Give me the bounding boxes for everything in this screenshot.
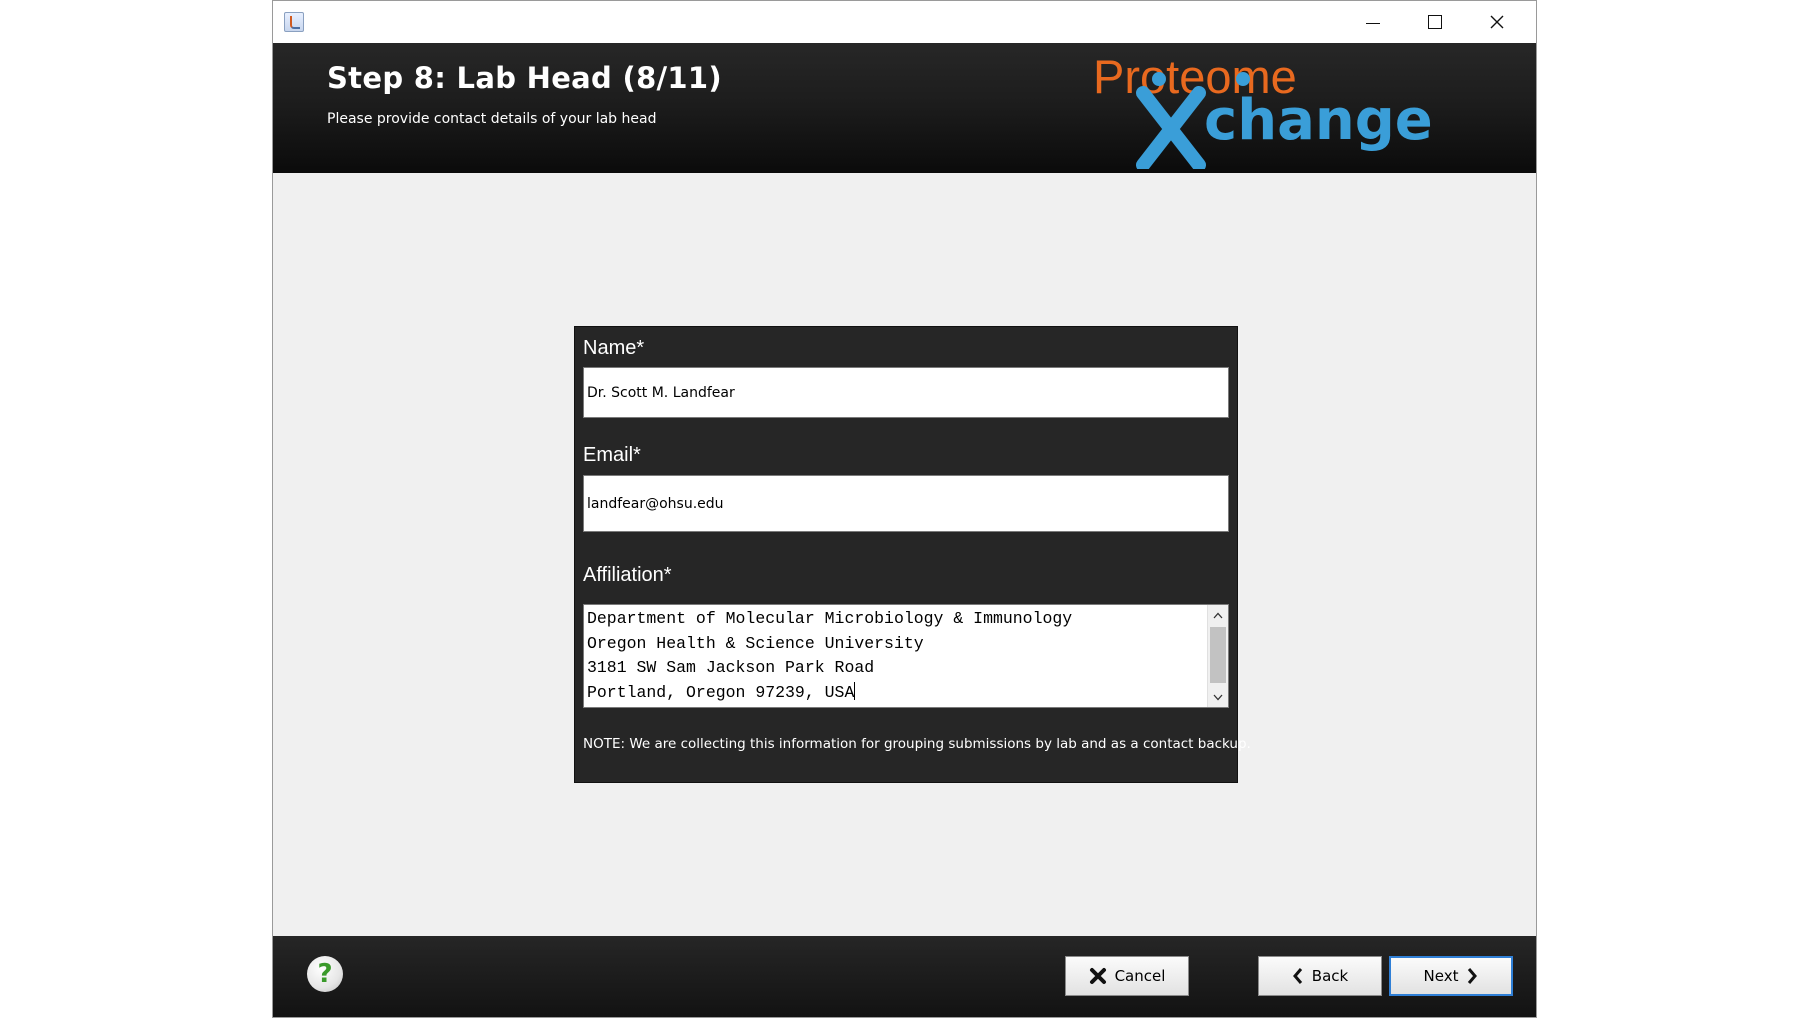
cancel-x-icon: [1089, 967, 1107, 985]
email-label: Email*: [583, 444, 641, 466]
title-bar: [273, 1, 1536, 43]
name-label: Name*: [583, 337, 645, 359]
logo-line2-text: change: [1204, 88, 1433, 153]
help-icon: ?: [317, 959, 333, 989]
scroll-thumb[interactable]: [1210, 627, 1226, 683]
affiliation-line: 3181 SW Sam Jackson Park Road: [587, 658, 875, 677]
java-app-icon: [284, 12, 304, 32]
scroll-up-button[interactable]: [1208, 606, 1228, 624]
name-input[interactable]: [583, 367, 1229, 418]
close-icon: [1490, 15, 1504, 29]
back-button[interactable]: Back: [1258, 956, 1382, 996]
page-subtitle: Please provide contact details of your l…: [327, 111, 657, 127]
text-caret: [854, 681, 856, 700]
lab-head-form: Name* Email* Affiliation* Department of …: [574, 326, 1251, 783]
affiliation-line: Oregon Health & Science University: [587, 633, 924, 653]
minimize-icon: [1366, 22, 1380, 24]
wizard-footer: ? Cancel Back Next: [273, 936, 1536, 1017]
back-label: Back: [1311, 967, 1349, 985]
maximize-button[interactable]: [1404, 1, 1466, 43]
affiliation-line-last: Portland, Oregon 97239, USA: [587, 681, 1206, 706]
affiliation-textarea[interactable]: Department of Molecular Microbiology & I…: [583, 604, 1229, 708]
page-title: Step 8: Lab Head (8/11): [327, 61, 722, 95]
email-input[interactable]: [583, 475, 1229, 532]
help-button[interactable]: ?: [307, 956, 343, 992]
maximize-icon: [1428, 15, 1442, 29]
affiliation-text: Department of Molecular Microbiology & I…: [587, 607, 1206, 707]
chevron-left-icon: [1292, 967, 1304, 985]
info-note: NOTE: We are collecting this information…: [583, 736, 1251, 752]
proteomexchange-logo: Proteome change: [1093, 50, 1433, 169]
affiliation-label: Affiliation*: [583, 564, 672, 586]
close-button[interactable]: [1466, 1, 1528, 43]
affiliation-line: Department of Molecular Microbiology & I…: [587, 609, 1073, 628]
minimize-button[interactable]: [1342, 1, 1404, 43]
cancel-button[interactable]: Cancel: [1065, 956, 1189, 996]
chevron-up-icon: [1213, 612, 1223, 618]
affiliation-scrollbar[interactable]: [1207, 605, 1228, 707]
chevron-down-icon: [1213, 694, 1223, 700]
wizard-header: Step 8: Lab Head (8/11) Please provide c…: [273, 43, 1536, 173]
cancel-label: Cancel: [1114, 967, 1166, 985]
affiliation-line: Portland, Oregon 97239, USA: [587, 682, 855, 702]
next-button[interactable]: Next: [1389, 956, 1513, 996]
wizard-window: Step 8: Lab Head (8/11) Please provide c…: [272, 0, 1537, 1018]
chevron-right-icon: [1466, 967, 1478, 985]
next-label: Next: [1423, 967, 1459, 985]
scroll-down-button[interactable]: [1208, 688, 1228, 706]
